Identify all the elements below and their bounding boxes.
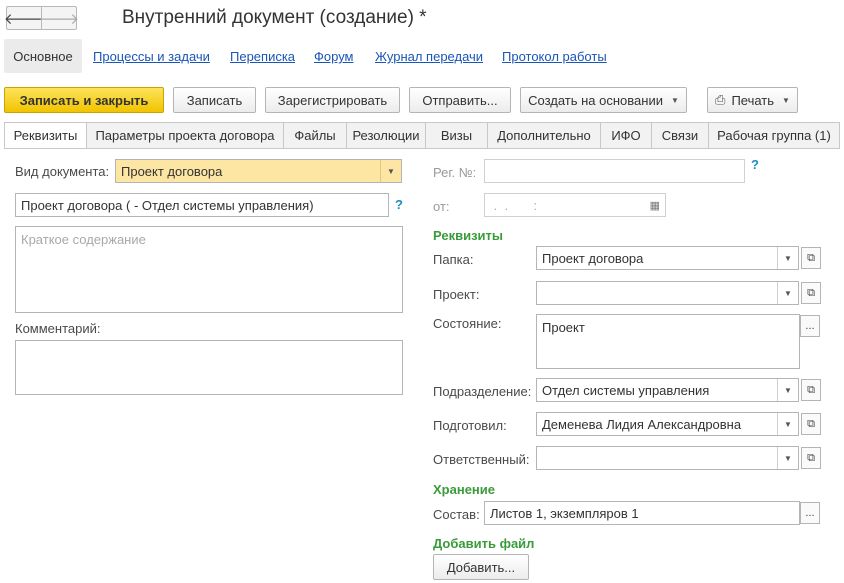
responsible-field[interactable]: ▼ [536, 446, 799, 470]
composition-select-button[interactable]: ... [800, 502, 820, 524]
composition-label: Состав: [433, 507, 480, 522]
tab-files[interactable]: Файлы [284, 122, 347, 149]
forward-button[interactable]: 🡒 [38, 6, 80, 30]
summary-textarea[interactable]: Краткое содержание [15, 226, 403, 313]
printer-icon: ⎙ [715, 92, 726, 107]
open-window-icon[interactable]: ⧉ [801, 282, 821, 304]
section-main-label: Основное [13, 48, 73, 64]
register-button[interactable]: Зарегистрировать [265, 87, 400, 113]
chevron-down-icon[interactable]: ▼ [777, 379, 798, 401]
chevron-down-icon[interactable]: ▼ [777, 413, 798, 435]
doc-name-field[interactable]: Проект договора ( - Отдел системы управл… [15, 193, 389, 217]
department-label: Подразделение: [433, 384, 532, 399]
doc-type-field[interactable]: Проект договора ▼ [115, 159, 402, 183]
comment-textarea[interactable] [15, 340, 403, 395]
reg-no-label: Рег. №: [433, 165, 477, 180]
department-field[interactable]: Отдел системы управления ▼ [536, 378, 799, 402]
doc-type-label: Вид документа: [15, 164, 110, 179]
summary-placeholder: Краткое содержание [21, 232, 146, 247]
create-based-button[interactable]: Создать на основании ▼ [520, 87, 687, 113]
arrow-right-icon: 🡒 [38, 10, 80, 28]
window-title: Внутренний документ (создание) * [122, 7, 427, 28]
date-mask: . . : [490, 197, 545, 213]
storage-title: Хранение [433, 482, 495, 497]
print-label: Печать [731, 92, 775, 108]
folder-value: Проект договора [542, 250, 644, 266]
composition-value: Листов 1, экземпляров 1 [490, 505, 639, 521]
chevron-down-icon[interactable]: ▼ [777, 282, 798, 304]
section-main[interactable]: Основное [4, 39, 82, 73]
tab-requisites[interactable]: Реквизиты [4, 122, 87, 149]
doc-type-value: Проект договора [121, 163, 223, 179]
tab-divider [4, 148, 840, 149]
department-value: Отдел системы управления [542, 382, 710, 398]
folder-field[interactable]: Проект договора ▼ [536, 246, 799, 270]
tab-links[interactable]: Связи [652, 122, 709, 149]
question-icon[interactable]: ? [751, 157, 759, 172]
composition-field[interactable]: Листов 1, экземпляров 1 [484, 501, 800, 525]
chevron-down-icon[interactable]: ▼ [777, 247, 798, 269]
requisites-title: Реквизиты [433, 228, 503, 243]
create-based-label: Создать на основании [528, 92, 663, 108]
reg-no-field[interactable] [484, 159, 745, 183]
print-button[interactable]: ⎙ Печать ▼ [707, 87, 798, 113]
section-work-log[interactable]: Протокол работы [502, 49, 607, 64]
section-forum[interactable]: Форум [314, 49, 354, 64]
prepared-field[interactable]: Деменева Лидия Александровна ▼ [536, 412, 799, 436]
open-window-icon[interactable]: ⧉ [801, 447, 821, 469]
section-transfer-log[interactable]: Журнал передачи [375, 49, 483, 64]
state-value: Проект [542, 320, 585, 335]
open-window-icon[interactable]: ⧉ [801, 379, 821, 401]
tab-workgroup[interactable]: Рабочая группа (1) [709, 122, 840, 149]
chevron-down-icon: ▼ [670, 95, 679, 105]
save-close-button[interactable]: Записать и закрыть [4, 87, 164, 113]
open-window-icon[interactable]: ⧉ [801, 413, 821, 435]
section-processes[interactable]: Процессы и задачи [93, 49, 210, 64]
tab-visas[interactable]: Визы [426, 122, 488, 149]
question-icon[interactable]: ? [395, 197, 403, 212]
date-field[interactable]: . . : ▦ [484, 193, 666, 217]
chevron-down-icon[interactable]: ▼ [380, 160, 401, 182]
project-label: Проект: [433, 287, 480, 302]
add-file-title: Добавить файл [433, 536, 535, 551]
tab-contract-params[interactable]: Параметры проекта договора [87, 122, 284, 149]
folder-label: Папка: [433, 252, 474, 267]
doc-name-value: Проект договора ( - Отдел системы управл… [21, 197, 314, 213]
add-file-button[interactable]: Добавить... [433, 554, 529, 580]
tab-resolutions[interactable]: Резолюции [347, 122, 426, 149]
state-label: Состояние: [433, 316, 502, 331]
prepared-label: Подготовил: [433, 418, 507, 433]
send-button[interactable]: Отправить... [409, 87, 511, 113]
state-select-button[interactable]: ... [800, 315, 820, 337]
tab-additional[interactable]: Дополнительно [488, 122, 601, 149]
prepared-value: Деменева Лидия Александровна [542, 416, 742, 432]
chevron-down-icon: ▼ [782, 95, 790, 105]
responsible-label: Ответственный: [433, 452, 530, 467]
calendar-icon[interactable]: ▦ [650, 199, 660, 212]
tab-bar: Реквизиты Параметры проекта договора Фай… [4, 122, 840, 149]
from-label: от: [433, 199, 450, 214]
section-correspondence[interactable]: Переписка [230, 49, 295, 64]
back-button[interactable]: 🡐 [4, 6, 44, 30]
state-field[interactable]: Проект [536, 314, 800, 369]
open-window-icon[interactable]: ⧉ [801, 247, 821, 269]
chevron-down-icon[interactable]: ▼ [777, 447, 798, 469]
save-button[interactable]: Записать [173, 87, 256, 113]
tab-ifo[interactable]: ИФО [601, 122, 652, 149]
project-field[interactable]: ▼ [536, 281, 799, 305]
comment-label: Комментарий: [15, 321, 101, 336]
